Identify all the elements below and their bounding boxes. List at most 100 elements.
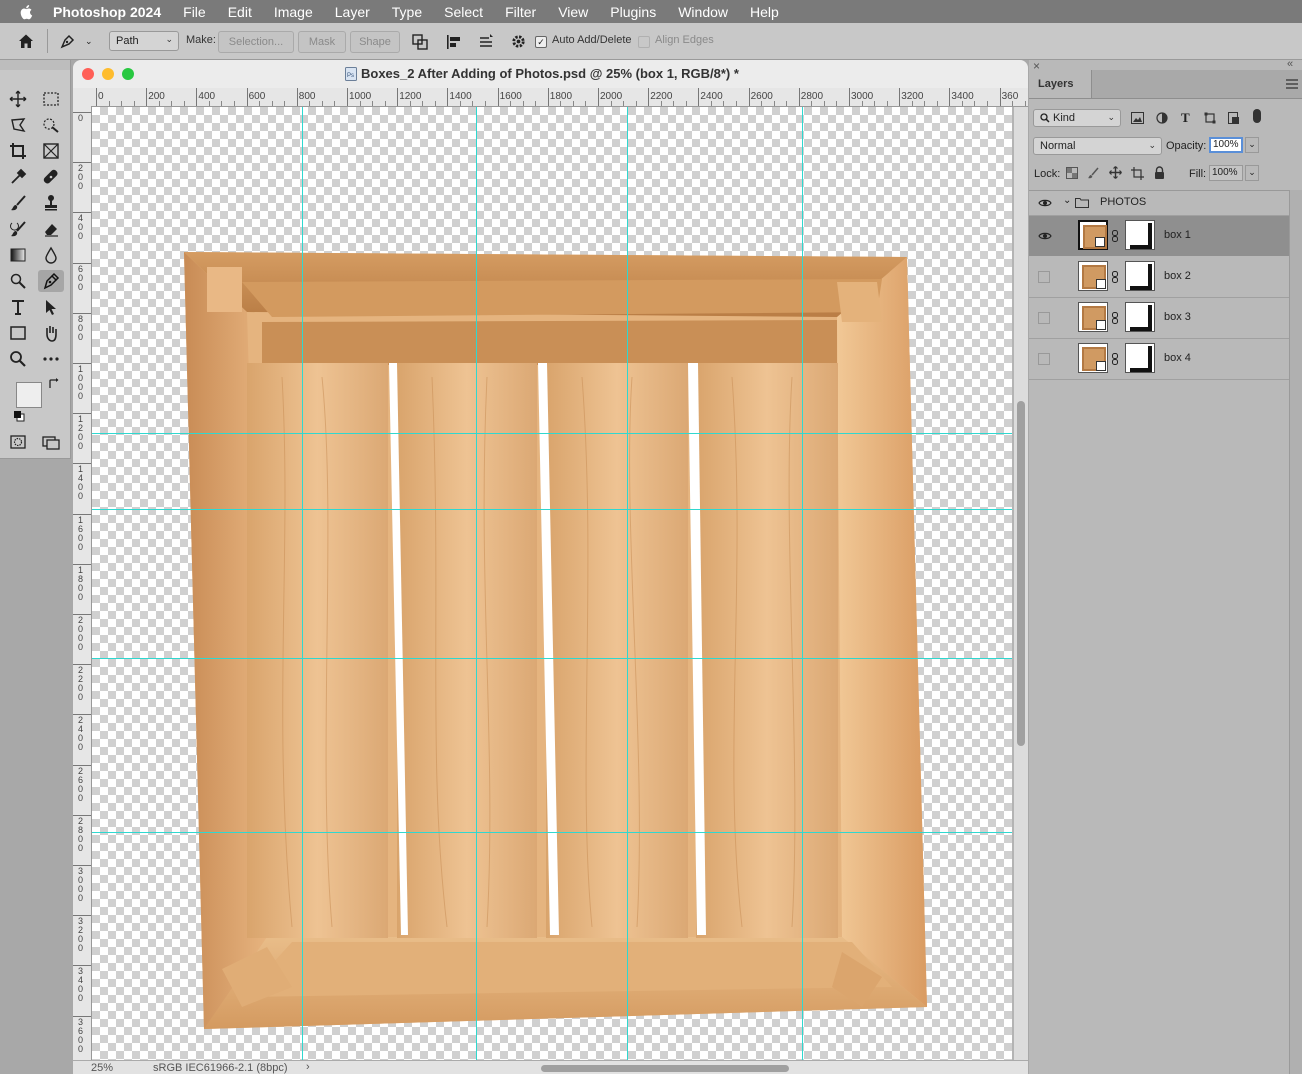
eraser-tool[interactable] (38, 218, 64, 240)
visibility-toggle[interactable] (1038, 312, 1050, 324)
selection-button[interactable]: Selection... (218, 31, 294, 53)
layer-row[interactable]: box 3 (1029, 297, 1289, 339)
app-name[interactable]: Photoshop 2024 (53, 4, 161, 20)
fill-dropdown[interactable]: ⌄ (1245, 165, 1259, 181)
healing-brush-tool[interactable] (38, 166, 64, 188)
layer-row[interactable]: box 1 (1029, 216, 1289, 256)
crop-tool[interactable] (5, 140, 31, 162)
mask-button[interactable]: Mask (298, 31, 346, 53)
filter-kind-select[interactable]: Kind ⌄ (1033, 109, 1121, 127)
lock-artboard-icon[interactable] (1131, 167, 1144, 180)
smart-object-filter-icon[interactable] (1228, 112, 1240, 125)
layer-row[interactable]: box 2 (1029, 256, 1289, 298)
move-tool[interactable] (5, 88, 31, 110)
blur-tool[interactable] (38, 244, 64, 266)
layer-mask-thumbnail[interactable] (1125, 302, 1155, 332)
layer-group-photos[interactable]: ⌄ PHOTOS (1029, 191, 1289, 215)
foreground-color-swatch[interactable] (16, 382, 42, 408)
menu-edit[interactable]: Edit (228, 4, 252, 20)
marquee-tool[interactable] (38, 88, 64, 110)
link-icon[interactable] (1112, 353, 1118, 365)
link-icon[interactable] (1112, 271, 1118, 283)
mode-select[interactable]: Path ⌄ (109, 31, 179, 51)
tab-layers[interactable]: Layers (1029, 70, 1092, 98)
auto-add-delete-checkbox[interactable]: ✓ (535, 36, 547, 48)
quick-selection-tool[interactable] (38, 114, 64, 136)
vertical-guide[interactable] (802, 107, 803, 1060)
close-window-button[interactable] (82, 68, 94, 80)
visibility-toggle[interactable] (1038, 353, 1050, 365)
menu-file[interactable]: File (183, 4, 206, 20)
fill-input[interactable]: 100% (1209, 165, 1243, 181)
opacity-dropdown[interactable]: ⌄ (1245, 137, 1259, 153)
screen-mode-button[interactable] (38, 431, 64, 453)
default-colors-icon[interactable] (13, 410, 25, 422)
layer-row[interactable]: box 4 (1029, 338, 1289, 380)
history-brush-tool[interactable] (5, 218, 31, 240)
frame-tool[interactable] (38, 140, 64, 162)
align-edges-checkbox[interactable] (638, 36, 650, 48)
layer-thumbnail[interactable] (1078, 220, 1108, 250)
horizontal-guide[interactable] (92, 433, 1012, 434)
visibility-toggle[interactable] (1038, 271, 1050, 283)
eyedropper-tool[interactable] (5, 166, 31, 188)
rectangle-tool[interactable] (5, 322, 31, 344)
layers-scrollbar[interactable] (1289, 190, 1302, 1074)
blend-mode-select[interactable]: Normal ⌄ (1033, 137, 1162, 155)
vertical-scrollbar[interactable] (1014, 107, 1028, 1060)
type-tool[interactable] (5, 296, 31, 318)
layer-mask-thumbnail[interactable] (1125, 220, 1155, 250)
apple-icon[interactable] (19, 4, 35, 20)
shape-button[interactable]: Shape (350, 31, 400, 53)
link-icon[interactable] (1112, 230, 1118, 242)
zoom-level[interactable]: 25% (91, 1062, 113, 1074)
vertical-guide[interactable] (627, 107, 628, 1060)
color-profile[interactable]: sRGB IEC61966-2.1 (8bpc) (153, 1062, 288, 1074)
type-layer-filter-icon[interactable]: T (1181, 110, 1190, 126)
horizontal-scroll-thumb[interactable] (541, 1065, 789, 1072)
collapse-panel-icon[interactable]: « (1287, 58, 1293, 70)
gradient-tool[interactable] (5, 244, 31, 266)
menu-filter[interactable]: Filter (505, 4, 536, 20)
horizontal-guide[interactable] (92, 509, 1012, 510)
horizontal-ruler[interactable]: 0 200 400 600 800 1000 1200 1400 1600 1800 2000 220… (73, 88, 1028, 107)
horizontal-guide[interactable] (92, 658, 1012, 659)
layer-thumbnail[interactable] (1078, 343, 1108, 373)
lock-all-icon[interactable] (1154, 166, 1165, 179)
layer-mask-thumbnail[interactable] (1125, 261, 1155, 291)
path-selection-tool[interactable] (38, 296, 64, 318)
menu-plugins[interactable]: Plugins (610, 4, 656, 20)
vertical-guide[interactable] (302, 107, 303, 1060)
menu-type[interactable]: Type (392, 4, 422, 20)
path-arrangement-icon[interactable] (477, 33, 495, 51)
lock-image-pixels-icon[interactable] (1087, 167, 1099, 179)
tools-panel-header[interactable] (0, 60, 70, 70)
vertical-scroll-thumb[interactable] (1017, 401, 1025, 746)
layer-thumbnail[interactable] (1078, 302, 1108, 332)
chevron-down-icon[interactable]: ⌄ (85, 36, 93, 47)
lock-position-icon[interactable] (1109, 166, 1122, 179)
lock-transparent-pixels-icon[interactable] (1066, 167, 1078, 179)
dodge-tool[interactable] (5, 270, 31, 292)
pixel-layer-filter-icon[interactable] (1131, 112, 1144, 124)
horizontal-guide[interactable] (92, 832, 1012, 833)
menu-select[interactable]: Select (444, 4, 483, 20)
pen-tool[interactable] (38, 270, 64, 292)
chevron-right-icon[interactable]: › (306, 1061, 310, 1073)
zoom-tool[interactable] (5, 348, 31, 370)
menu-window[interactable]: Window (678, 4, 728, 20)
menu-layer[interactable]: Layer (335, 4, 370, 20)
shape-layer-filter-icon[interactable] (1204, 112, 1216, 124)
path-operations-icon[interactable] (411, 33, 429, 51)
menu-image[interactable]: Image (274, 4, 313, 20)
link-icon[interactable] (1112, 312, 1118, 324)
home-icon[interactable] (17, 32, 35, 50)
vertical-guide[interactable] (476, 107, 477, 1060)
vertical-ruler[interactable]: 0 200 400 600 800 1000 1200 1400 1600 1800 2000 220… (73, 106, 92, 1061)
swap-colors-icon[interactable] (48, 378, 60, 390)
filter-toggle-switch[interactable] (1253, 109, 1261, 123)
menu-view[interactable]: View (558, 4, 588, 20)
gear-icon[interactable] (510, 33, 527, 50)
eye-icon[interactable] (1038, 196, 1052, 210)
opacity-input[interactable]: 100% (1209, 137, 1243, 153)
